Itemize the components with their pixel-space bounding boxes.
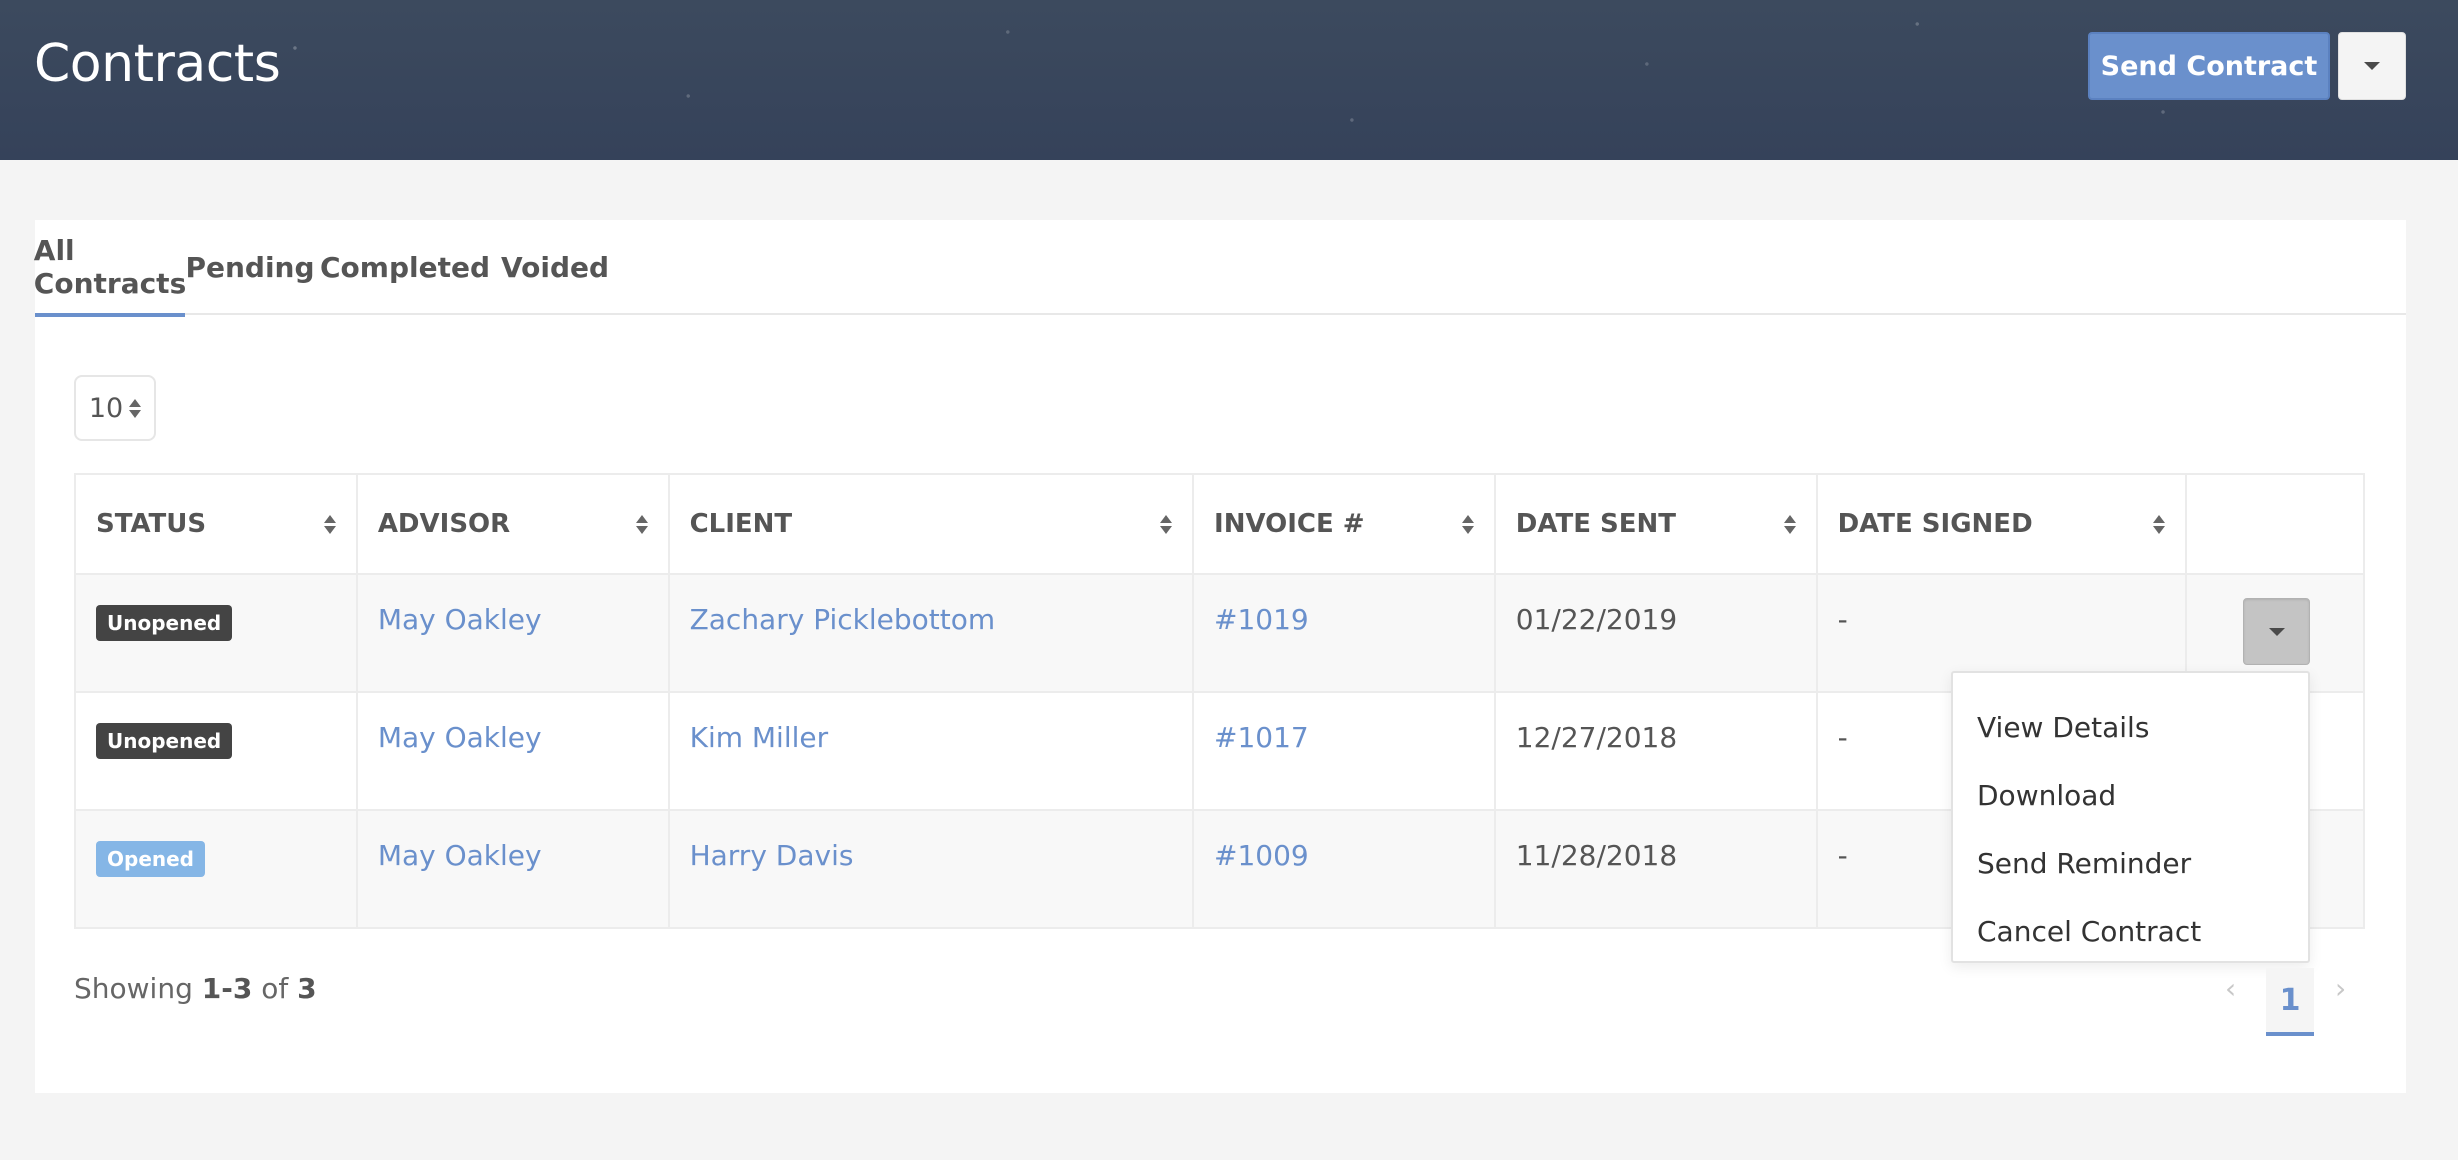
date-sent-cell: 11/28/2018: [1493, 809, 1818, 929]
advisor-cell: May Oakley: [355, 691, 670, 811]
page-title: Contracts: [34, 34, 281, 94]
column-header-invoice[interactable]: INVOICE #: [1192, 473, 1496, 575]
status-badge: Unopened: [96, 723, 233, 759]
menu-item-view-details[interactable]: View Details: [1953, 693, 2308, 761]
sort-icon[interactable]: [1160, 514, 1173, 534]
pagination-page-current[interactable]: 1: [2266, 968, 2314, 1036]
send-options-button[interactable]: [2338, 32, 2406, 100]
send-contract-button[interactable]: Send Contract: [2088, 32, 2330, 100]
status-badge: Opened: [96, 841, 206, 877]
invoice-cell: #1019: [1192, 573, 1496, 693]
contracts-card: All Contracts Pending Completed Voided 1…: [33, 220, 2406, 1093]
tab-label: Completed: [319, 251, 490, 284]
advisor-cell: May Oakley: [355, 573, 670, 693]
menu-item-cancel-contract[interactable]: Cancel Contract: [1953, 897, 2308, 965]
advisor-link[interactable]: May Oakley: [378, 721, 542, 754]
client-link[interactable]: Harry Davis: [690, 839, 854, 872]
tab-voided[interactable]: Voided: [495, 220, 615, 315]
tab-completed[interactable]: Completed: [315, 220, 495, 315]
advisor-link[interactable]: May Oakley: [378, 839, 542, 872]
client-link[interactable]: Kim Miller: [690, 721, 829, 754]
date-sent-cell: 12/27/2018: [1493, 691, 1818, 811]
invoice-link[interactable]: #1019: [1214, 603, 1309, 636]
status-cell: Unopened: [74, 573, 358, 693]
tab-pending[interactable]: Pending: [185, 220, 315, 315]
status-badge: Unopened: [96, 605, 233, 641]
column-header-date-sent[interactable]: DATE SENT: [1493, 473, 1818, 575]
sort-icon[interactable]: [1461, 514, 1474, 534]
sort-icon[interactable]: [2153, 514, 2166, 534]
select-arrows-icon: [129, 398, 142, 418]
column-header-advisor[interactable]: ADVISOR: [355, 473, 670, 575]
column-header-client[interactable]: CLIENT: [667, 473, 1195, 575]
column-header-actions: [2185, 473, 2365, 575]
row-actions-button[interactable]: [2243, 598, 2310, 665]
caret-down-icon: [2364, 62, 2380, 70]
date-sent-cell: 01/22/2019: [1493, 573, 1818, 693]
invoice-link[interactable]: #1017: [1214, 721, 1309, 754]
advisor-cell: May Oakley: [355, 809, 670, 929]
sort-icon[interactable]: [323, 514, 336, 534]
tab-label: All Contracts: [33, 233, 187, 300]
page-header: Contracts Send Contract: [0, 0, 2458, 160]
pagination-prev-icon[interactable]: ‹: [2225, 972, 2236, 1005]
showing-summary: Showing 1-3 of 3: [74, 972, 317, 1005]
invoice-cell: #1017: [1192, 691, 1496, 811]
sort-icon[interactable]: [1783, 514, 1796, 534]
tab-all-contracts[interactable]: All Contracts: [33, 220, 187, 317]
client-cell: Zachary Picklebottom: [667, 573, 1195, 693]
client-cell: Kim Miller: [667, 691, 1195, 811]
status-cell: Unopened: [74, 691, 358, 811]
column-header-status[interactable]: STATUS: [74, 473, 358, 575]
pagination-next-icon[interactable]: ›: [2335, 972, 2346, 1005]
client-cell: Harry Davis: [667, 809, 1195, 929]
column-header-date-signed[interactable]: DATE SIGNED: [1815, 473, 2188, 575]
tab-label: Voided: [500, 251, 610, 284]
invoice-link[interactable]: #1009: [1214, 839, 1309, 872]
row-actions-menu: View Details Download Send Reminder Canc…: [1951, 671, 2310, 963]
tab-label: Pending: [185, 251, 315, 284]
menu-item-download[interactable]: Download: [1953, 761, 2308, 829]
sort-icon[interactable]: [635, 514, 648, 534]
table-header-row: STATUS ADVISOR CLIENT INVOICE # DATE SEN…: [74, 473, 2365, 575]
status-cell: Opened: [74, 809, 358, 929]
page-size-select[interactable]: 10: [74, 375, 156, 441]
client-link[interactable]: Zachary Picklebottom: [690, 603, 996, 636]
menu-item-send-reminder[interactable]: Send Reminder: [1953, 829, 2308, 897]
advisor-link[interactable]: May Oakley: [378, 603, 542, 636]
tab-bar: All Contracts Pending Completed Voided: [33, 220, 2406, 317]
page-size-value: 10: [88, 392, 124, 424]
caret-down-icon: [2268, 627, 2285, 636]
invoice-cell: #1009: [1192, 809, 1496, 929]
